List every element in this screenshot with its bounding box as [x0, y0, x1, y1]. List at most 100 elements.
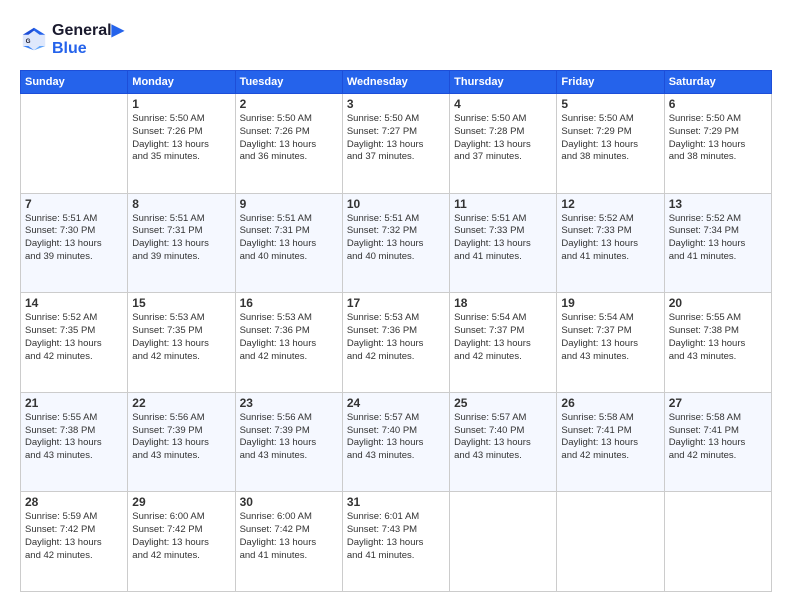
day-number: 25: [454, 396, 552, 410]
day-number: 19: [561, 296, 659, 310]
cell-info: Sunrise: 5:58 AM Sunset: 7:41 PM Dayligh…: [669, 412, 767, 463]
day-number: 22: [132, 396, 230, 410]
calendar-cell: 19 Sunrise: 5:54 AM Sunset: 7:37 PM Dayli…: [557, 293, 664, 393]
calendar-week-3: 14 Sunrise: 5:52 AM Sunset: 7:35 PM Dayli…: [21, 293, 772, 393]
calendar-cell: 25 Sunrise: 5:57 AM Sunset: 7:40 PM Dayli…: [450, 392, 557, 492]
cell-info: Sunrise: 5:52 AM Sunset: 7:33 PM Dayligh…: [561, 213, 659, 264]
cell-info: Sunrise: 5:57 AM Sunset: 7:40 PM Dayligh…: [454, 412, 552, 463]
day-number: 20: [669, 296, 767, 310]
day-number: 13: [669, 197, 767, 211]
cell-info: Sunrise: 5:52 AM Sunset: 7:35 PM Dayligh…: [25, 312, 123, 363]
calendar-cell: 26Sunrise: 5:58 AM Sunset: 7:41 PM Dayli…: [557, 392, 664, 492]
cell-info: Sunrise: 5:51 AM Sunset: 7:32 PM Dayligh…: [347, 213, 445, 264]
cell-info: Sunrise: 5:59 AM Sunset: 7:42 PM Dayligh…: [25, 511, 123, 562]
cell-info: Sunrise: 5:54 AM Sunset: 7:37 PM Dayligh…: [561, 312, 659, 363]
calendar-cell: 9Sunrise: 5:51 AM Sunset: 7:31 PM Daylig…: [235, 193, 342, 293]
col-thursday: Thursday: [450, 71, 557, 94]
day-number: 6: [669, 97, 767, 111]
calendar-cell: 18 Sunrise: 5:54 AM Sunset: 7:37 PM Dayli…: [450, 293, 557, 393]
col-friday: Friday: [557, 71, 664, 94]
cell-info: Sunrise: 5:53 AM Sunset: 7:36 PM Dayligh…: [347, 312, 445, 363]
calendar-cell: 10Sunrise: 5:51 AM Sunset: 7:32 PM Dayli…: [342, 193, 449, 293]
cell-info: Sunrise: 5:51 AM Sunset: 7:33 PM Dayligh…: [454, 213, 552, 264]
page: G General▶ Blue Sunday Monday Tuesday We…: [0, 0, 792, 612]
cell-info: Sunrise: 5:52 AM Sunset: 7:34 PM Dayligh…: [669, 213, 767, 264]
cell-info: Sunrise: 5:50 AM Sunset: 7:29 PM Dayligh…: [561, 113, 659, 164]
calendar-cell: 14 Sunrise: 5:52 AM Sunset: 7:35 PM Dayli…: [21, 293, 128, 393]
calendar-week-1: 1Sunrise: 5:50 AM Sunset: 7:26 PM Daylig…: [21, 94, 772, 194]
calendar-cell: 31 Sunrise: 6:01 AM Sunset: 7:43 PM Dayli…: [342, 492, 449, 592]
logo-text: General▶ Blue: [52, 20, 124, 58]
cell-info: Sunrise: 5:56 AM Sunset: 7:39 PM Dayligh…: [240, 412, 338, 463]
day-number: 18: [454, 296, 552, 310]
cell-info: Sunrise: 5:50 AM Sunset: 7:29 PM Dayligh…: [669, 113, 767, 164]
day-number: 24: [347, 396, 445, 410]
calendar-cell: 30Sunrise: 6:00 AM Sunset: 7:42 PM Dayli…: [235, 492, 342, 592]
logo-icon: G: [20, 25, 48, 53]
col-wednesday: Wednesday: [342, 71, 449, 94]
cell-info: Sunrise: 5:54 AM Sunset: 7:37 PM Dayligh…: [454, 312, 552, 363]
day-number: 14: [25, 296, 123, 310]
col-saturday: Saturday: [664, 71, 771, 94]
calendar-cell: 17 Sunrise: 5:53 AM Sunset: 7:36 PM Dayli…: [342, 293, 449, 393]
calendar-cell: 23 Sunrise: 5:56 AM Sunset: 7:39 PM Dayli…: [235, 392, 342, 492]
calendar-cell: 22 Sunrise: 5:56 AM Sunset: 7:39 PM Dayli…: [128, 392, 235, 492]
calendar-cell: 13 Sunrise: 5:52 AM Sunset: 7:34 PM Dayli…: [664, 193, 771, 293]
calendar-cell: 7 Sunrise: 5:51 AM Sunset: 7:30 PM Daylig…: [21, 193, 128, 293]
cell-info: Sunrise: 5:50 AM Sunset: 7:26 PM Dayligh…: [132, 113, 230, 164]
cell-info: Sunrise: 6:00 AM Sunset: 7:42 PM Dayligh…: [240, 511, 338, 562]
cell-info: Sunrise: 5:56 AM Sunset: 7:39 PM Dayligh…: [132, 412, 230, 463]
calendar-cell: 5Sunrise: 5:50 AM Sunset: 7:29 PM Daylig…: [557, 94, 664, 194]
cell-info: Sunrise: 5:51 AM Sunset: 7:30 PM Dayligh…: [25, 213, 123, 264]
calendar-cell: [664, 492, 771, 592]
day-number: 4: [454, 97, 552, 111]
calendar-cell: 4 Sunrise: 5:50 AM Sunset: 7:28 PM Daylig…: [450, 94, 557, 194]
logo: G General▶ Blue: [20, 20, 124, 58]
header: G General▶ Blue: [20, 20, 772, 58]
calendar-cell: [21, 94, 128, 194]
day-number: 23: [240, 396, 338, 410]
calendar-cell: 11Sunrise: 5:51 AM Sunset: 7:33 PM Dayli…: [450, 193, 557, 293]
cell-info: Sunrise: 5:55 AM Sunset: 7:38 PM Dayligh…: [669, 312, 767, 363]
calendar-cell: 21Sunrise: 5:55 AM Sunset: 7:38 PM Dayli…: [21, 392, 128, 492]
calendar-week-4: 21Sunrise: 5:55 AM Sunset: 7:38 PM Dayli…: [21, 392, 772, 492]
calendar-cell: 24 Sunrise: 5:57 AM Sunset: 7:40 PM Dayli…: [342, 392, 449, 492]
day-number: 17: [347, 296, 445, 310]
day-number: 7: [25, 197, 123, 211]
calendar-cell: 27Sunrise: 5:58 AM Sunset: 7:41 PM Dayli…: [664, 392, 771, 492]
cell-info: Sunrise: 5:50 AM Sunset: 7:27 PM Dayligh…: [347, 113, 445, 164]
day-number: 15: [132, 296, 230, 310]
cell-info: Sunrise: 5:51 AM Sunset: 7:31 PM Dayligh…: [132, 213, 230, 264]
col-tuesday: Tuesday: [235, 71, 342, 94]
day-number: 21: [25, 396, 123, 410]
calendar-cell: [450, 492, 557, 592]
calendar-week-5: 28 Sunrise: 5:59 AM Sunset: 7:42 PM Dayli…: [21, 492, 772, 592]
cell-info: Sunrise: 5:50 AM Sunset: 7:28 PM Dayligh…: [454, 113, 552, 164]
day-number: 8: [132, 197, 230, 211]
cell-info: Sunrise: 6:01 AM Sunset: 7:43 PM Dayligh…: [347, 511, 445, 562]
cell-info: Sunrise: 6:00 AM Sunset: 7:42 PM Dayligh…: [132, 511, 230, 562]
calendar-cell: 1Sunrise: 5:50 AM Sunset: 7:26 PM Daylig…: [128, 94, 235, 194]
day-number: 31: [347, 495, 445, 509]
calendar-cell: 15Sunrise: 5:53 AM Sunset: 7:35 PM Dayli…: [128, 293, 235, 393]
day-number: 16: [240, 296, 338, 310]
day-number: 9: [240, 197, 338, 211]
cell-info: Sunrise: 5:57 AM Sunset: 7:40 PM Dayligh…: [347, 412, 445, 463]
day-number: 12: [561, 197, 659, 211]
calendar-table: Sunday Monday Tuesday Wednesday Thursday…: [20, 70, 772, 592]
day-number: 28: [25, 495, 123, 509]
calendar-cell: 28 Sunrise: 5:59 AM Sunset: 7:42 PM Dayli…: [21, 492, 128, 592]
calendar-cell: 12 Sunrise: 5:52 AM Sunset: 7:33 PM Dayli…: [557, 193, 664, 293]
calendar-week-2: 7 Sunrise: 5:51 AM Sunset: 7:30 PM Daylig…: [21, 193, 772, 293]
svg-text:G: G: [26, 38, 31, 45]
col-sunday: Sunday: [21, 71, 128, 94]
calendar-cell: 20 Sunrise: 5:55 AM Sunset: 7:38 PM Dayli…: [664, 293, 771, 393]
col-monday: Monday: [128, 71, 235, 94]
day-number: 29: [132, 495, 230, 509]
cell-info: Sunrise: 5:50 AM Sunset: 7:26 PM Dayligh…: [240, 113, 338, 164]
calendar-cell: 8 Sunrise: 5:51 AM Sunset: 7:31 PM Daylig…: [128, 193, 235, 293]
cell-info: Sunrise: 5:58 AM Sunset: 7:41 PM Dayligh…: [561, 412, 659, 463]
calendar-cell: 29 Sunrise: 6:00 AM Sunset: 7:42 PM Dayli…: [128, 492, 235, 592]
calendar-header-row: Sunday Monday Tuesday Wednesday Thursday…: [21, 71, 772, 94]
cell-info: Sunrise: 5:53 AM Sunset: 7:36 PM Dayligh…: [240, 312, 338, 363]
